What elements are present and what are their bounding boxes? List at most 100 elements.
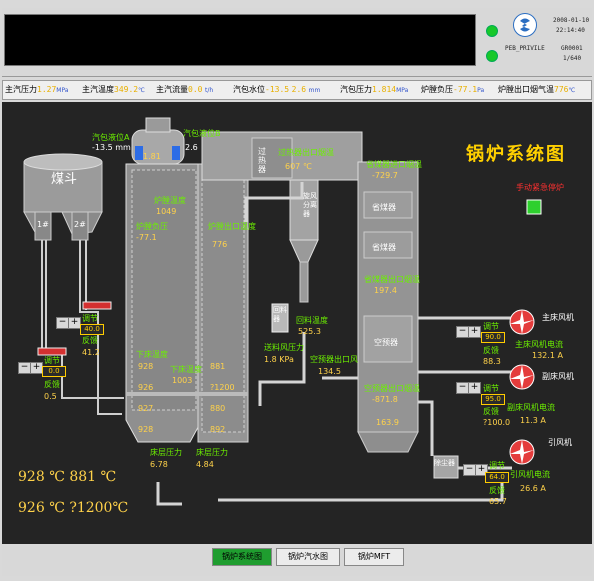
param-furnace-outlet-temp: 炉膛出口烟气温776℃ [498,85,576,94]
fan-induced-fb-label: 反馈 [489,486,505,495]
air-preheater-label: 空预器 [374,338,398,347]
bed-temp-right-3: 880 [210,404,226,413]
feeder2-fb-label: 反馈 [44,380,60,389]
param-drum-pressure: 汽包压力1.814MPa [340,85,409,94]
fan-induced-name: 引风机 [548,438,572,447]
feeder2-adj-value[interactable]: 0.0 [42,366,66,377]
coal-hopper-shape [23,153,103,241]
feeder1-adj-label: 调节 [82,314,98,323]
fan-induced-current-value: 26.6 A [520,484,546,493]
return-temp-label: 回料温度 [296,316,328,325]
bed-pressure-right-value: 4.84 [196,460,214,469]
furnace-shape [125,163,249,443]
status-indicator-2 [486,50,498,62]
furnace-out-label: 炉膛出口温度 [208,222,256,231]
coal-hopper-label: 煤斗 [51,172,78,187]
bed-temp-left-4: 928 [138,425,154,434]
furnace-temp-label: 炉膛温度 [154,196,186,205]
fan-induced-current-label: 引风机电流 [510,470,550,479]
bed-pressure-left-label: 床层压力 [150,448,182,457]
header-time: 22:14:40 [556,27,585,34]
preheater-air-label: 空预器出口风 [310,355,358,364]
fan-secondary-fb-label: 反馈 [483,407,499,416]
param-drum-level: 汽包水位-13.5 2.6 mm [233,85,321,94]
param-furnace-pressure: 炉膛负压-77.1Pa [421,85,485,94]
feeder-2-label: 2# [74,220,86,229]
tab-boiler-water-steam[interactable]: 锅炉汽水图 [276,548,340,566]
drum-level-a-value: -13.5 mm [92,143,131,152]
superheater-out-label: 过热器出口烟温 [278,148,334,157]
header-page-count: 1/640 [563,55,582,62]
fan-primary-adj-value[interactable]: 90.0 [481,332,505,343]
feeder-1-label: 1# [37,220,49,229]
dust-collector-label: 除尘器 [434,459,455,467]
bed-temp-right-4: 892 [210,425,226,434]
return-temp-value: 525.3 [298,327,321,336]
economizer-in-label: 省煤器进口烟温 [366,160,422,169]
tab-boiler-mft[interactable]: 锅炉MFT [344,548,404,566]
economizer-out-label: 省煤器出口烟温 [364,275,420,284]
feed-air-value: 1.8 KPa [264,355,294,364]
fan-induced-adj-label: 调节 [489,461,505,470]
fan-primary-name: 主床风机 [542,313,574,322]
economizer-in-value: -729.7 [372,171,398,180]
fan-primary-adj-label: 调节 [483,322,499,331]
furnace-out-value: 776 [212,240,228,249]
bed-pressure-right-label: 床层压力 [196,448,228,457]
message-panel [4,14,476,66]
economizer-2-label: 省煤器 [372,243,396,252]
preheater-out-value2: 163.9 [376,418,399,427]
fan-secondary-name: 副床风机 [542,372,574,381]
preheater-air-value: 134.5 [318,367,341,376]
bed-temp-left-label: 下床温度 [136,350,168,359]
company-logo-icon [513,13,537,37]
bed-temp-left-2: 926 [138,383,154,392]
param-main-steam-pressure: 主汽压力1.27MPa [5,85,69,94]
drum-level-a-label: 汽包液位A [92,133,130,142]
economizer-1-label: 省煤器 [372,203,396,212]
fan-secondary-adj-label: 调节 [483,384,499,393]
fan-secondary-fb-value: ?100.0 [483,418,511,427]
drum-level-b-label: 汽包液位B [183,129,221,138]
big-reading-row2: 926 ℃ ?1200℃ [18,500,129,516]
bed-temp-right-1: 881 [210,362,226,371]
feeder1-adj-value[interactable]: 40.0 [80,324,104,335]
feeder2-adj-label: 调节 [44,356,60,365]
furnace-pressure-label: 炉膛负压 [136,222,168,231]
status-indicator-1 [486,25,498,37]
drum-pressure-value: 1.81 [143,152,161,161]
emergency-stop-label: 手动紧急停炉 [516,183,564,192]
bed-temp-left-3: 927 [138,404,154,413]
fan-induced-fb-value: 65.7 [489,497,507,506]
fan-primary-fb-value: 88.3 [483,357,501,366]
furnace-temp-value: 1049 [156,207,177,216]
fan-icons [509,309,535,465]
preheater-out-label: 空预器出口烟温 [364,384,420,393]
drum-level-b-value: 2.6 [185,143,198,152]
feeder1-fb-value: 41.2 [82,348,100,357]
fan-secondary-plus-button[interactable]: + [468,382,481,394]
fan-primary-plus-button[interactable]: + [468,326,481,338]
fan-secondary-current-label: 副床风机电流 [507,403,555,412]
header-station: GR0001 [561,45,583,52]
bed-temp-right-2: ?1200 [210,383,235,392]
economizer-out-value: 197.4 [374,286,397,295]
fan-primary-fb-label: 反馈 [483,346,499,355]
fan-primary-current-label: 主床风机电流 [515,340,563,349]
fan-secondary-adj-value[interactable]: 95.0 [481,394,505,405]
feeder2-fb-value: 0.5 [44,392,57,401]
header-date: 2008-01-10 [553,17,590,24]
cyclone-label: 旋风分离器 [303,192,317,218]
return-feeder-label: 回料器 [273,306,287,323]
preheater-out-value: -871.8 [372,395,398,404]
diagram-title: 锅炉系统图 [466,144,566,165]
tab-boiler-system[interactable]: 锅炉系统图 [212,548,272,566]
bed-temp-mid-value: 1003 [172,376,193,385]
furnace-pressure-value: -77.1 [136,233,157,242]
fan-secondary-current-value: 11.3 A [520,416,546,425]
fan-induced-adj-value[interactable]: 64.0 [485,472,509,483]
superheater-out-value: 607 ℃ [285,162,312,171]
bed-temp-left-1: 928 [138,362,154,371]
feeder1-fb-label: 反馈 [82,336,98,345]
emergency-stop-button[interactable] [527,200,541,214]
